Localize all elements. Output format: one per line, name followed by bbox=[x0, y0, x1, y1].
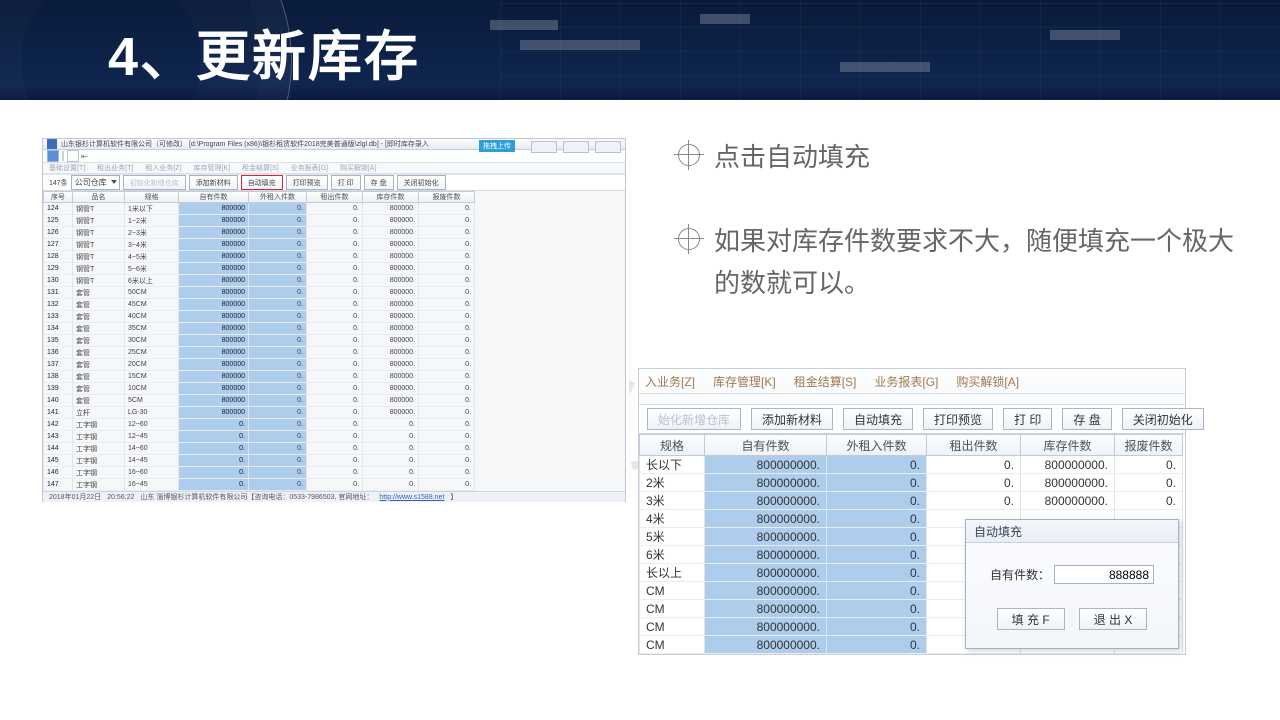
menu-item[interactable]: 租出业务[T] bbox=[97, 163, 133, 173]
slide-header: 4、更新库存 bbox=[0, 0, 1280, 100]
save-button[interactable]: 存 盘 bbox=[364, 175, 394, 190]
table-row[interactable]: 长以下800000000.0.0.800000000.0. bbox=[639, 456, 1185, 474]
table-row[interactable]: 139套管10CM8000000.0.800000.0. bbox=[43, 383, 625, 395]
menu-item[interactable]: 租入业务[Z] bbox=[145, 163, 181, 173]
screenshot-zoom-window: 入业务[Z] 库存管理[K] 租金结算[S] 业务报表[G] 购买解锁[A] 始… bbox=[638, 368, 1186, 655]
menu-item[interactable]: 入业务[Z] bbox=[645, 373, 695, 390]
bullet-1: 点击自动填充 bbox=[678, 136, 1238, 178]
inventory-grid: 序号品名规格自有件数外租入件数租出件数库存件数报废件数 124钢管T1米以下80… bbox=[43, 191, 625, 491]
grid-header-zoom: 规格自有件数外租入件数租出件数库存件数报废件数 bbox=[639, 434, 1185, 456]
sun-icon bbox=[678, 144, 700, 166]
auto-fill-dialog: 自动填充 自有件数： 填 充 F 退 出 X bbox=[965, 519, 1179, 649]
table-row[interactable]: 141立杆LG-308000000.0.800000.0. bbox=[43, 407, 625, 419]
menu-item[interactable]: 基础设置[T] bbox=[49, 163, 85, 173]
table-row[interactable]: 136套管25CM8000000.0.800000.0. bbox=[43, 347, 625, 359]
table-row[interactable]: 140套管5CM8000000.0.800000.0. bbox=[43, 395, 625, 407]
slide-title: 4、更新库存 bbox=[108, 12, 420, 91]
screenshot-full-window: 山东银杉计算机软件有限公司（可修改） [d:\Program Files (x8… bbox=[42, 138, 626, 502]
add-material-button[interactable]: 添加新材料 bbox=[189, 175, 238, 190]
own-count-input[interactable] bbox=[1054, 565, 1154, 584]
table-row[interactable]: 127钢管T3~4米8000000.0.800000.0. bbox=[43, 239, 625, 251]
status-company: 山东 淄博银杉计算机软件有限公司【咨询电话：0533-7986503, 官网地址… bbox=[140, 492, 373, 502]
auto-fill-button[interactable]: 自动填充 bbox=[843, 408, 913, 430]
print-preview-button[interactable]: 打印预览 bbox=[923, 408, 993, 430]
table-row[interactable]: 124钢管T1米以下8000000.0.800000.0. bbox=[43, 203, 625, 215]
table-row[interactable]: 133套管40CM8000000.0.800000.0. bbox=[43, 311, 625, 323]
table-row[interactable]: 143工字钢12~450.0.0.0.0. bbox=[43, 431, 625, 443]
add-material-button[interactable]: 添加新材料 bbox=[751, 408, 833, 430]
table-row[interactable]: 125钢管T1~2米8000000.0.800000.0. bbox=[43, 215, 625, 227]
window-titlebar: 山东银杉计算机软件有限公司（可修改） [d:\Program Files (x8… bbox=[43, 139, 625, 150]
tool-label[interactable]: ⇤ bbox=[81, 152, 88, 161]
close-button[interactable] bbox=[595, 141, 621, 153]
table-row[interactable]: 146工字钢16~600.0.0.0.0. bbox=[43, 467, 625, 479]
save-button[interactable]: 存 盘 bbox=[1062, 408, 1111, 430]
close-init-button[interactable]: 关闭初始化 bbox=[397, 175, 446, 190]
sun-icon bbox=[678, 228, 700, 250]
fill-button[interactable]: 填 充 F bbox=[997, 608, 1065, 630]
menu-item[interactable]: 库存管理[K] bbox=[194, 163, 231, 173]
exit-button[interactable]: 退 出 X bbox=[1079, 608, 1148, 630]
auto-fill-button[interactable]: 自动填充 bbox=[241, 175, 283, 190]
main-menu: 基础设置[T] 租出业务[T] 租入业务[Z] 库存管理[K] 租金结算[S] … bbox=[43, 163, 625, 174]
window-controls bbox=[531, 141, 621, 153]
table-row[interactable]: 142工字钢12~600.0.0.0.0. bbox=[43, 419, 625, 431]
status-url[interactable]: http://www.s1588.net bbox=[379, 494, 444, 501]
status-date: 2018年01月22日 bbox=[49, 492, 101, 502]
grid-header: 序号品名规格自有件数外租入件数租出件数库存件数报废件数 bbox=[43, 191, 625, 203]
record-count: 147条 bbox=[49, 178, 68, 188]
status-time: 20:56:22 bbox=[107, 494, 134, 501]
slide-body: 非会员水印 点击自动填充 如果对库存件数要求不大，随便填充一个极大的数就可以。 … bbox=[0, 100, 1280, 720]
init-warehouse-button[interactable]: 初始化新增仓库 bbox=[123, 175, 186, 190]
grid-body[interactable]: 124钢管T1米以下8000000.0.800000.0.125钢管T1~2米8… bbox=[43, 203, 625, 491]
minimize-button[interactable] bbox=[531, 141, 557, 153]
table-row[interactable]: 134套管35CM8000000.0.800000.0. bbox=[43, 323, 625, 335]
table-row[interactable]: 138套管15CM8000000.0.800000.0. bbox=[43, 371, 625, 383]
menu-item[interactable]: 购买解锁[A] bbox=[340, 163, 377, 173]
dialog-title: 自动填充 bbox=[966, 520, 1178, 543]
table-row[interactable]: 128钢管T4~5米8000000.0.800000.0. bbox=[43, 251, 625, 263]
table-row[interactable]: 137套管20CM8000000.0.800000.0. bbox=[43, 359, 625, 371]
table-row[interactable]: 126钢管T2~3米8000000.0.800000.0. bbox=[43, 227, 625, 239]
tool-icon[interactable] bbox=[47, 150, 59, 162]
window-title: 山东银杉计算机软件有限公司（可修改） [d:\Program Files (x8… bbox=[61, 139, 429, 149]
menu-item[interactable]: 库存管理[K] bbox=[713, 373, 776, 390]
tool-icon[interactable] bbox=[67, 150, 79, 162]
table-row[interactable]: 129钢管T5~6米8000000.0.800000.0. bbox=[43, 263, 625, 275]
main-menu-zoom: 入业务[Z] 库存管理[K] 租金结算[S] 业务报表[G] 购买解锁[A] bbox=[639, 369, 1185, 394]
warehouse-select[interactable]: 公司仓库 bbox=[71, 175, 120, 190]
app-icon bbox=[47, 139, 57, 149]
upload-badge[interactable]: 拖拽上传 bbox=[479, 140, 515, 152]
table-row[interactable]: 144工字钢14~600.0.0.0.0. bbox=[43, 443, 625, 455]
bullet-2-text: 如果对库存件数要求不大，随便填充一个极大的数就可以。 bbox=[714, 226, 1234, 298]
menu-item[interactable]: 业务报表[G] bbox=[874, 373, 938, 390]
inventory-toolbar: 147条 公司仓库 初始化新增仓库 添加新材料 自动填充 打印预览 打 印 存 … bbox=[43, 175, 625, 191]
bullet-2: 如果对库存件数要求不大，随便填充一个极大的数就可以。 bbox=[678, 220, 1238, 304]
table-row[interactable]: 147工字钢16~450.0.0.0.0. bbox=[43, 479, 625, 491]
init-warehouse-button[interactable]: 始化新增仓库 bbox=[647, 408, 741, 430]
menu-item[interactable]: 购买解锁[A] bbox=[956, 373, 1019, 390]
table-row[interactable]: 145工字钢14~450.0.0.0.0. bbox=[43, 455, 625, 467]
close-init-button[interactable]: 关闭初始化 bbox=[1122, 408, 1204, 430]
menu-item[interactable]: 租金结算[S] bbox=[794, 373, 857, 390]
table-row[interactable]: 135套管30CM8000000.0.800000.0. bbox=[43, 335, 625, 347]
inventory-toolbar-zoom: 始化新增仓库 添加新材料 自动填充 打印预览 打 印 存 盘 关闭初始化 bbox=[639, 405, 1185, 434]
table-row[interactable]: 130钢管T6米以上8000000.0.800000.0. bbox=[43, 275, 625, 287]
bullet-list: 点击自动填充 如果对库存件数要求不大，随便填充一个极大的数就可以。 bbox=[678, 136, 1238, 346]
maximize-button[interactable] bbox=[563, 141, 589, 153]
dialog-field-label: 自有件数： bbox=[990, 566, 1050, 583]
status-bar: 2018年01月22日 20:56:22 山东 淄博银杉计算机软件有限公司【咨询… bbox=[43, 491, 625, 502]
table-row[interactable]: 131套管50CM8000000.0.800000.0. bbox=[43, 287, 625, 299]
menu-item[interactable]: 业务报表[G] bbox=[291, 163, 328, 173]
table-row[interactable]: 132套管45CM8000000.0.800000.0. bbox=[43, 299, 625, 311]
print-button[interactable]: 打 印 bbox=[1003, 408, 1052, 430]
table-row[interactable]: 3米800000000.0.0.800000000.0. bbox=[639, 492, 1185, 510]
bullet-1-text: 点击自动填充 bbox=[714, 142, 870, 172]
print-button[interactable]: 打 印 bbox=[331, 175, 361, 190]
table-row[interactable]: 2米800000000.0.0.800000000.0. bbox=[639, 474, 1185, 492]
menu-item[interactable]: 租金结算[S] bbox=[242, 163, 279, 173]
print-preview-button[interactable]: 打印预览 bbox=[286, 175, 328, 190]
